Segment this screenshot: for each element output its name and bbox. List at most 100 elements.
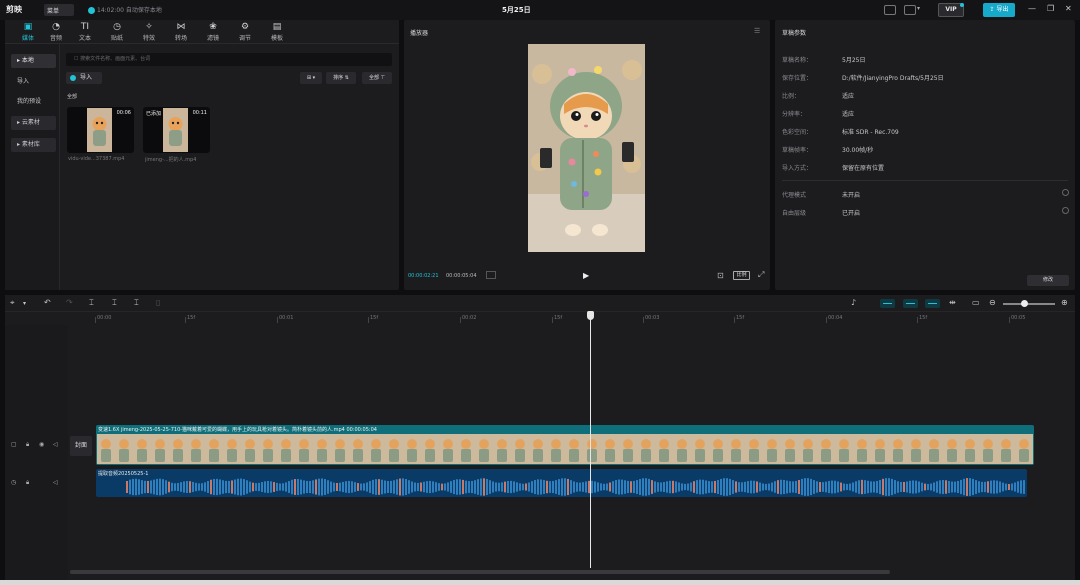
tab-media[interactable]: ▣ 媒体 xyxy=(15,22,41,42)
waveform-bar xyxy=(447,482,449,492)
playhead-handle[interactable] xyxy=(587,311,594,320)
waveform-bar xyxy=(531,481,533,493)
select-tool-chevron-icon[interactable]: ▾ xyxy=(23,300,26,307)
linkage-toggle[interactable] xyxy=(925,299,940,308)
keyboard-icon[interactable] xyxy=(884,5,896,15)
filter-button[interactable]: 全部 ⊤ xyxy=(362,72,392,84)
ruler-tick-label: 00:03 xyxy=(645,315,660,321)
waveform-bar xyxy=(801,478,803,496)
media-item[interactable]: 已添加 00:11 xyxy=(143,107,210,153)
waveform-bar xyxy=(687,483,689,491)
modify-button[interactable]: 修改 xyxy=(1027,275,1069,286)
tab-text[interactable]: TI 文本 xyxy=(72,22,98,42)
zoom-out-icon[interactable]: ⊖ xyxy=(989,298,996,307)
side-nav-item[interactable]: 我的预设 xyxy=(11,95,56,109)
waveform-bar xyxy=(762,483,764,491)
prop-value-framerate: 30.00帧/秒 xyxy=(842,147,874,154)
waveform-bar xyxy=(807,478,809,496)
tab-transition[interactable]: ⋈ 转场 xyxy=(168,22,194,42)
tab-filter[interactable]: ❀ 滤镜 xyxy=(200,22,226,42)
auto-snap-toggle[interactable] xyxy=(903,299,918,308)
waveform-bar xyxy=(372,479,374,495)
split-left-icon[interactable]: ⌶ xyxy=(112,298,117,308)
side-nav-item[interactable]: ▸ 素材库 xyxy=(11,138,56,152)
video-mute-icon[interactable]: ◁ xyxy=(53,441,58,448)
side-nav-item[interactable]: ▸ 本地 xyxy=(11,54,56,68)
microphone-icon[interactable]: ♪ xyxy=(851,298,856,307)
fullscreen-crop-icon[interactable]: ⊡ xyxy=(717,271,724,280)
maximize-button[interactable]: ❐ xyxy=(1047,4,1054,13)
timeline-horizontal-scrollbar[interactable] xyxy=(70,570,890,574)
view-mode-button[interactable]: ⊞ ▾ xyxy=(300,72,322,84)
video-visibility-icon[interactable]: ◉ xyxy=(39,441,44,448)
side-nav-item[interactable]: ▸ 云素材 xyxy=(11,116,56,130)
side-nav-item[interactable]: 导入 xyxy=(11,75,56,89)
waveform-bar xyxy=(903,482,905,492)
audio-track-icon[interactable]: ◷ xyxy=(11,479,16,486)
waveform-bar xyxy=(537,479,539,495)
filmstrip-frame xyxy=(961,434,979,464)
waveform-bar xyxy=(975,480,977,494)
free-layer-info-icon[interactable] xyxy=(1062,207,1069,214)
tab-sticker[interactable]: ◷ 贴纸 xyxy=(104,22,130,42)
audio-mute-icon[interactable]: ◁ xyxy=(53,479,58,486)
video-lock-icon[interactable]: 🔒︎ xyxy=(26,441,29,449)
filmstrip-frame xyxy=(295,434,313,464)
waveform-view-icon[interactable] xyxy=(486,271,496,279)
sort-button[interactable]: 排序 ⇅ xyxy=(326,72,356,84)
main-track-magnet-toggle[interactable] xyxy=(880,299,895,308)
select-tool-icon[interactable]: ⌖ xyxy=(10,298,15,308)
split-icon[interactable]: ⌶ xyxy=(89,298,94,308)
fit-timeline-icon[interactable]: ▭ xyxy=(972,298,980,307)
current-timecode: 00:00:02:21 xyxy=(408,273,439,279)
media-thumbnail xyxy=(87,108,112,152)
waveform-bar xyxy=(147,480,149,494)
player-menu-icon[interactable]: ☰ xyxy=(754,27,760,35)
play-button[interactable]: ▶ xyxy=(583,271,589,280)
playhead[interactable] xyxy=(590,313,591,568)
proxy-info-icon[interactable] xyxy=(1062,189,1069,196)
tab-label: 文本 xyxy=(78,35,91,42)
tab-template[interactable]: ▤ 模板 xyxy=(264,22,290,42)
layout-icon[interactable] xyxy=(904,5,916,15)
tab-effects[interactable]: ✧ 特效 xyxy=(136,22,162,42)
close-button[interactable]: ✕ xyxy=(1065,4,1072,13)
video-track-icon[interactable]: ▢ xyxy=(11,441,17,448)
export-label: 导出 xyxy=(996,6,1009,13)
media-duration: 00:06 xyxy=(116,110,131,116)
audio-clip[interactable] xyxy=(96,469,1027,497)
waveform-bar xyxy=(894,480,896,494)
undo-icon[interactable]: ↶ xyxy=(44,298,51,307)
redo-icon[interactable]: ↷ xyxy=(66,298,73,307)
audio-lock-icon[interactable]: 🔒︎ xyxy=(26,479,29,487)
filmstrip-frame xyxy=(421,434,439,464)
layout-chevron-icon[interactable]: ▾ xyxy=(917,5,920,12)
tab-audio[interactable]: ◔ 音频 xyxy=(43,22,69,42)
filmstrip-frame xyxy=(727,434,745,464)
media-search-input[interactable]: ☐ 搜索文件名称、画面元素、台词 xyxy=(66,53,392,66)
waveform-bar xyxy=(642,478,644,496)
zoom-slider-knob[interactable] xyxy=(1021,300,1028,307)
save-status-icon xyxy=(88,7,95,14)
preview-axis-icon[interactable]: ⇹ xyxy=(949,298,956,307)
waveform-bar xyxy=(810,478,812,496)
prop-label-location: 保存位置： xyxy=(782,75,813,82)
split-right-icon[interactable]: ⌶ xyxy=(134,298,139,308)
waveform-bar xyxy=(897,481,899,493)
import-button[interactable]: 导入 xyxy=(66,72,102,84)
ruler-tick-label: 15f xyxy=(370,315,379,321)
waveform-bar xyxy=(813,480,815,494)
export-button[interactable]: ⇪ 导出 xyxy=(983,3,1015,17)
waveform-bar xyxy=(579,482,581,492)
delete-icon[interactable]: ▯ xyxy=(156,298,160,307)
media-item[interactable]: 00:06 xyxy=(67,107,134,153)
cover-button[interactable]: 封面 xyxy=(70,436,92,456)
ratio-button[interactable]: 比例 xyxy=(733,271,750,280)
zoom-in-icon[interactable]: ⊕ xyxy=(1061,298,1068,307)
tab-adjust[interactable]: ⚙ 调节 xyxy=(232,22,258,42)
minimize-button[interactable]: — xyxy=(1028,4,1036,13)
zoom-slider[interactable] xyxy=(1003,303,1055,305)
waveform-bar xyxy=(930,483,932,491)
menu-button[interactable]: 菜单 xyxy=(44,4,74,16)
fullscreen-icon[interactable]: ⤢ xyxy=(758,270,764,280)
